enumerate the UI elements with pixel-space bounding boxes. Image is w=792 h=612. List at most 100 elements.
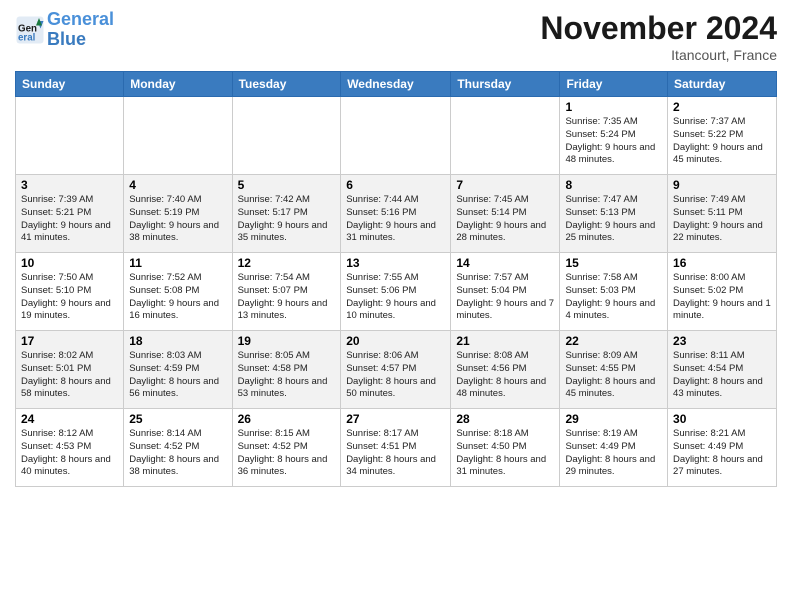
calendar-cell [124,97,232,175]
calendar-cell: 8 Sunrise: 7:47 AM Sunset: 5:13 PM Daylig… [560,175,668,253]
day-info: Sunrise: 7:54 AM Sunset: 5:07 PM Dayligh… [238,272,336,323]
day-number: 19 [238,334,336,348]
weekday-header-saturday: Saturday [668,72,777,97]
logo-icon: Gen eral [15,15,45,45]
calendar-cell: 15 Sunrise: 7:58 AM Sunset: 5:03 PM Dayli… [560,253,668,331]
day-number: 25 [129,412,226,426]
calendar-cell: 9 Sunrise: 7:49 AM Sunset: 5:11 PM Daylig… [668,175,777,253]
day-number: 16 [673,256,771,270]
calendar-cell: 3Sunrise: 7:39 AM Sunset: 5:21 PM Daylig… [16,175,124,253]
weekday-header-tuesday: Tuesday [232,72,341,97]
day-number: 7 [456,178,554,192]
day-number: 6 [346,178,445,192]
day-info: Sunrise: 8:03 AM Sunset: 4:59 PM Dayligh… [129,350,226,401]
calendar-cell: 30 Sunrise: 8:21 AM Sunset: 4:49 PM Dayli… [668,409,777,487]
day-number: 14 [456,256,554,270]
calendar-cell: 16 Sunrise: 8:00 AM Sunset: 5:02 PM Dayli… [668,253,777,331]
day-info: Sunrise: 7:47 AM Sunset: 5:13 PM Dayligh… [565,194,662,245]
day-info: Sunrise: 7:39 AM Sunset: 5:21 PM Dayligh… [21,194,118,245]
day-number: 20 [346,334,445,348]
logo-blue: Blue [47,29,86,49]
calendar-cell: 25 Sunrise: 8:14 AM Sunset: 4:52 PM Dayli… [124,409,232,487]
weekday-header-monday: Monday [124,72,232,97]
calendar-cell: 5Sunrise: 7:42 AM Sunset: 5:17 PM Daylig… [232,175,341,253]
calendar-week-5: 24Sunrise: 8:12 AM Sunset: 4:53 PM Dayli… [16,409,777,487]
calendar-cell: 12Sunrise: 7:54 AM Sunset: 5:07 PM Dayli… [232,253,341,331]
day-number: 2 [673,100,771,114]
day-info: Sunrise: 7:57 AM Sunset: 5:04 PM Dayligh… [456,272,554,323]
calendar-cell: 29 Sunrise: 8:19 AM Sunset: 4:49 PM Dayli… [560,409,668,487]
calendar-cell: 28 Sunrise: 8:18 AM Sunset: 4:50 PM Dayli… [451,409,560,487]
day-number: 22 [565,334,662,348]
month-title: November 2024 [540,10,777,47]
calendar-cell: 18 Sunrise: 8:03 AM Sunset: 4:59 PM Dayli… [124,331,232,409]
calendar-cell: 27 Sunrise: 8:17 AM Sunset: 4:51 PM Dayli… [341,409,451,487]
calendar-cell [451,97,560,175]
calendar-cell: 7Sunrise: 7:45 AM Sunset: 5:14 PM Daylig… [451,175,560,253]
day-number: 15 [565,256,662,270]
day-number: 9 [673,178,771,192]
calendar-cell: 23 Sunrise: 8:11 AM Sunset: 4:54 PM Dayli… [668,331,777,409]
logo: Gen eral General Blue [15,10,114,50]
calendar-cell: 17 Sunrise: 8:02 AM Sunset: 5:01 PM Dayli… [16,331,124,409]
day-number: 8 [565,178,662,192]
day-info: Sunrise: 7:44 AM Sunset: 5:16 PM Dayligh… [346,194,445,245]
day-info: Sunrise: 8:21 AM Sunset: 4:49 PM Dayligh… [673,428,771,479]
calendar-cell: 13Sunrise: 7:55 AM Sunset: 5:06 PM Dayli… [341,253,451,331]
location-subtitle: Itancourt, France [540,47,777,63]
day-info: Sunrise: 7:42 AM Sunset: 5:17 PM Dayligh… [238,194,336,245]
day-info: Sunrise: 7:52 AM Sunset: 5:08 PM Dayligh… [129,272,226,323]
day-info: Sunrise: 7:40 AM Sunset: 5:19 PM Dayligh… [129,194,226,245]
day-info: Sunrise: 8:11 AM Sunset: 4:54 PM Dayligh… [673,350,771,401]
day-info: Sunrise: 7:37 AM Sunset: 5:22 PM Dayligh… [673,116,771,167]
day-info: Sunrise: 8:19 AM Sunset: 4:49 PM Dayligh… [565,428,662,479]
day-number: 11 [129,256,226,270]
logo-general: General [47,9,114,29]
day-info: Sunrise: 8:18 AM Sunset: 4:50 PM Dayligh… [456,428,554,479]
calendar-week-4: 17 Sunrise: 8:02 AM Sunset: 5:01 PM Dayli… [16,331,777,409]
day-number: 28 [456,412,554,426]
day-number: 10 [21,256,118,270]
day-info: Sunrise: 8:00 AM Sunset: 5:02 PM Dayligh… [673,272,771,323]
weekday-header-thursday: Thursday [451,72,560,97]
day-number: 21 [456,334,554,348]
weekday-header-sunday: Sunday [16,72,124,97]
calendar-cell: 11 Sunrise: 7:52 AM Sunset: 5:08 PM Dayli… [124,253,232,331]
day-number: 27 [346,412,445,426]
day-info: Sunrise: 7:58 AM Sunset: 5:03 PM Dayligh… [565,272,662,323]
title-block: November 2024 Itancourt, France [540,10,777,63]
calendar-cell: 2 Sunrise: 7:37 AM Sunset: 5:22 PM Daylig… [668,97,777,175]
day-number: 17 [21,334,118,348]
logo-name: General Blue [47,10,114,50]
day-info: Sunrise: 7:55 AM Sunset: 5:06 PM Dayligh… [346,272,445,323]
day-number: 29 [565,412,662,426]
day-info: Sunrise: 8:17 AM Sunset: 4:51 PM Dayligh… [346,428,445,479]
calendar-cell: 20 Sunrise: 8:06 AM Sunset: 4:57 PM Dayli… [341,331,451,409]
day-info: Sunrise: 8:05 AM Sunset: 4:58 PM Dayligh… [238,350,336,401]
calendar-week-1: 1Sunrise: 7:35 AM Sunset: 5:24 PM Daylig… [16,97,777,175]
day-number: 30 [673,412,771,426]
day-number: 23 [673,334,771,348]
calendar-cell: 24Sunrise: 8:12 AM Sunset: 4:53 PM Dayli… [16,409,124,487]
calendar-week-3: 10Sunrise: 7:50 AM Sunset: 5:10 PM Dayli… [16,253,777,331]
day-number: 18 [129,334,226,348]
day-info: Sunrise: 8:02 AM Sunset: 5:01 PM Dayligh… [21,350,118,401]
calendar-cell: 10Sunrise: 7:50 AM Sunset: 5:10 PM Dayli… [16,253,124,331]
day-number: 4 [129,178,226,192]
day-info: Sunrise: 8:06 AM Sunset: 4:57 PM Dayligh… [346,350,445,401]
page-container: Gen eral General Blue November 2024 Itan… [0,0,792,497]
calendar-cell: 21 Sunrise: 8:08 AM Sunset: 4:56 PM Dayli… [451,331,560,409]
calendar-cell: 4 Sunrise: 7:40 AM Sunset: 5:19 PM Daylig… [124,175,232,253]
day-info: Sunrise: 8:09 AM Sunset: 4:55 PM Dayligh… [565,350,662,401]
calendar-cell: 26Sunrise: 8:15 AM Sunset: 4:52 PM Dayli… [232,409,341,487]
day-info: Sunrise: 8:14 AM Sunset: 4:52 PM Dayligh… [129,428,226,479]
day-info: Sunrise: 8:08 AM Sunset: 4:56 PM Dayligh… [456,350,554,401]
calendar-table: SundayMondayTuesdayWednesdayThursdayFrid… [15,71,777,487]
calendar-cell: 1Sunrise: 7:35 AM Sunset: 5:24 PM Daylig… [560,97,668,175]
day-info: Sunrise: 7:49 AM Sunset: 5:11 PM Dayligh… [673,194,771,245]
weekday-header-wednesday: Wednesday [341,72,451,97]
calendar-cell: 14 Sunrise: 7:57 AM Sunset: 5:04 PM Dayli… [451,253,560,331]
weekday-header-row: SundayMondayTuesdayWednesdayThursdayFrid… [16,72,777,97]
page-header: Gen eral General Blue November 2024 Itan… [15,10,777,63]
calendar-week-2: 3Sunrise: 7:39 AM Sunset: 5:21 PM Daylig… [16,175,777,253]
